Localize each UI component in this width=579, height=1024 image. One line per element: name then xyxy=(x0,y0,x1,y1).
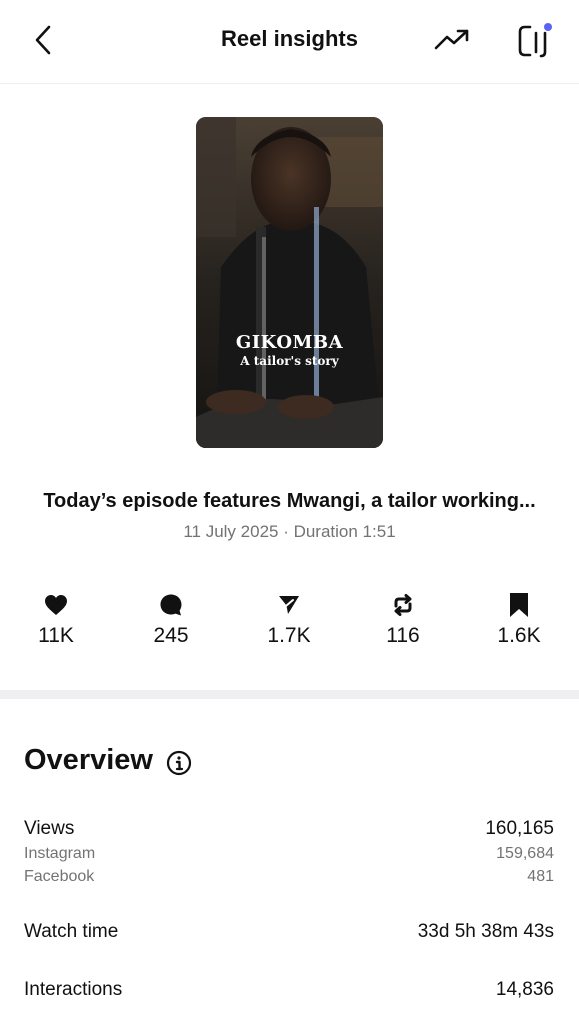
interactions-value: 14,836 xyxy=(495,979,554,1000)
watch-time-value: 33d 5h 38m 43s xyxy=(417,921,554,942)
saves-count: 1.6K xyxy=(497,624,541,647)
shares-count: 1.7K xyxy=(267,624,311,647)
reposts-count: 116 xyxy=(386,624,420,647)
top-bar: Reel insights xyxy=(0,0,579,84)
stat-reposts: 116 xyxy=(353,590,453,648)
views-instagram-label: Instagram xyxy=(24,845,96,862)
comment-icon xyxy=(160,594,182,616)
stat-comments: 245 xyxy=(121,590,221,648)
views-instagram-value: 159,684 xyxy=(496,845,554,862)
repost-icon xyxy=(394,594,412,616)
stat-shares: 1.7K xyxy=(239,590,339,648)
views-value: 160,165 xyxy=(485,818,554,839)
info-icon xyxy=(166,750,192,776)
views-label: Views xyxy=(24,818,75,839)
views-facebook-value: 481 xyxy=(527,868,554,885)
reel-date-duration: 11 July 2025 · Duration 1:51 xyxy=(183,522,396,541)
comments-count: 245 xyxy=(153,624,189,647)
likes-count: 11K xyxy=(38,624,74,647)
watch-time-label: Watch time xyxy=(24,921,119,942)
interactions-label: Interactions xyxy=(24,979,123,1000)
stat-likes: 11K xyxy=(6,590,106,648)
trending-up-icon xyxy=(434,29,469,50)
side-panel-icon xyxy=(518,23,552,58)
overview-heading: Overview xyxy=(24,744,153,776)
reel-caption: Today’s episode features Mwangi, a tailo… xyxy=(43,490,536,512)
section-divider xyxy=(0,690,579,699)
views-facebook-label: Facebook xyxy=(24,868,95,885)
thumbnail-title: GIKOMBA xyxy=(235,332,344,353)
heart-icon xyxy=(45,595,67,615)
trends-button[interactable] xyxy=(432,22,472,58)
reel-thumbnail[interactable]: GIKOMBA A tailor's story xyxy=(196,117,383,448)
page-title: Reel insights xyxy=(221,26,358,51)
overview-info-button[interactable] xyxy=(166,750,192,776)
thumbnail-subtitle: A tailor's story xyxy=(240,354,339,368)
bookmark-icon xyxy=(510,593,528,617)
stat-saves: 1.6K xyxy=(469,590,569,648)
engagement-stats: 11K 245 1.7K 116 1.6K xyxy=(0,590,579,654)
side-panel-button[interactable] xyxy=(512,18,558,62)
reel-thumbnail-image xyxy=(196,117,383,448)
share-icon xyxy=(279,596,299,614)
notification-dot xyxy=(544,23,552,31)
